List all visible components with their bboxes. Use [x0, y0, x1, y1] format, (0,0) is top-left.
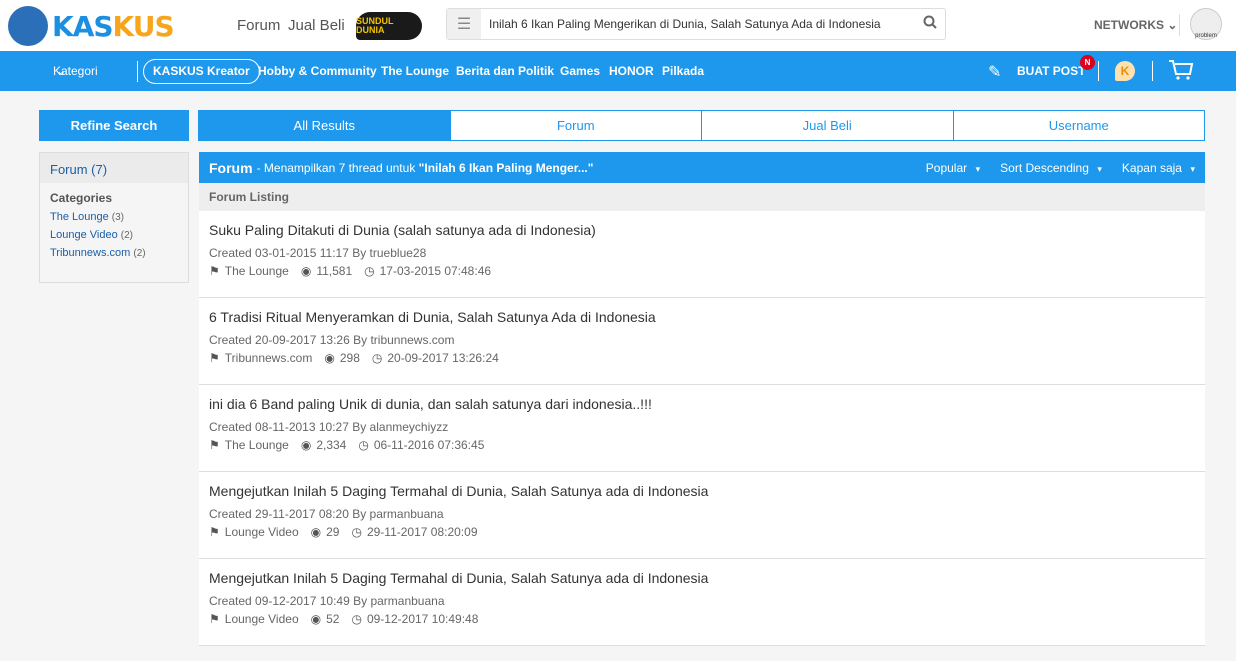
thread-row: ini dia 6 Band paling Unik di dunia, dan…	[199, 385, 1205, 472]
notification-badge: N	[1080, 55, 1095, 70]
thread-title[interactable]: ini dia 6 Band paling Unik di dunia, dan…	[209, 396, 1195, 412]
nav-item-hobby[interactable]: Hobby & Community	[258, 64, 377, 78]
sundul-dunia-logo[interactable]: SUNDUL DUNIA	[356, 12, 422, 40]
tab-all-results[interactable]: All Results	[198, 110, 451, 141]
forum-listing-label: Forum Listing	[199, 183, 1205, 211]
thread-last-post: 20-09-2017 13:26:24	[387, 351, 499, 365]
category-item[interactable]: The Lounge (3)	[40, 211, 188, 229]
clock-icon: ◷	[358, 438, 369, 452]
buat-post-button[interactable]: BUAT POST	[1017, 64, 1085, 78]
thread-created: Created 29-11-2017 08:20 By parmanbuana	[209, 507, 444, 521]
divider	[1098, 61, 1099, 81]
thread-category[interactable]: The Lounge	[225, 264, 289, 278]
thread-views: 2,334	[316, 438, 347, 452]
thread-category[interactable]: Tribunnews.com	[225, 351, 313, 365]
kategori-dropdown[interactable]: Kategori ⌄	[53, 64, 98, 78]
jual-beli-link[interactable]: Jual Beli	[288, 17, 345, 34]
results-header: Forum - Menampilkan 7 thread untuk "Inil…	[199, 152, 1205, 183]
refine-search-button[interactable]: Refine Search	[39, 110, 189, 141]
nav-item-berita[interactable]: Berita dan Politik	[456, 64, 554, 78]
kaskus-logo[interactable]: KAS KUS	[8, 6, 175, 46]
tag-icon: ⚑	[209, 525, 220, 539]
eye-icon: ◉	[310, 525, 322, 539]
nav-item-honor[interactable]: HONOR	[609, 64, 654, 78]
thread-row: Suku Paling Ditakuti di Dunia (salah sat…	[199, 211, 1205, 298]
thread-title[interactable]: 6 Tradisi Ritual Menyeramkan di Dunia, S…	[209, 309, 1195, 325]
kaskus-kreator-button[interactable]: KASKUS Kreator	[143, 59, 260, 84]
tab-forum[interactable]: Forum	[449, 110, 702, 141]
thread-views: 29	[326, 525, 340, 539]
cart-icon[interactable]	[1168, 59, 1194, 84]
thread-last-post: 29-11-2017 08:20:09	[366, 525, 478, 539]
forum-link[interactable]: Forum	[237, 17, 280, 34]
refine-sidebar: Forum (7) Categories The Lounge (3) Loung…	[39, 152, 189, 283]
avatar[interactable]: problem	[1190, 8, 1222, 40]
category-nav: Kategori ⌄ KASKUS Kreator Hobby & Commun…	[0, 51, 1236, 91]
thread-title[interactable]: Suku Paling Ditakuti di Dunia (salah sat…	[209, 222, 1195, 238]
category-item[interactable]: Tribunnews.com (2)	[40, 247, 188, 265]
thread-title[interactable]: Mengejutkan Inilah 5 Daging Termahal di …	[209, 483, 1195, 499]
thread-views: 298	[339, 351, 360, 365]
result-tabs: All Results Forum Jual Beli Username	[198, 110, 1205, 141]
tag-icon: ⚑	[209, 438, 220, 452]
nav-item-pilkada[interactable]: Pilkada	[662, 64, 704, 78]
tab-username[interactable]: Username	[952, 110, 1205, 141]
eye-icon: ◉	[300, 264, 312, 278]
thread-category[interactable]: Lounge Video	[225, 612, 299, 626]
categories-label: Categories	[50, 191, 113, 205]
clock-icon: ◷	[351, 525, 362, 539]
tag-icon: ⚑	[209, 612, 220, 626]
thread-last-post: 09-12-2017 10:49:48	[366, 612, 479, 626]
eye-icon: ◉	[324, 351, 335, 365]
tag-icon: ⚑	[209, 264, 220, 278]
thread-row: Mengejutkan Inilah 5 Daging Termahal di …	[199, 472, 1205, 559]
thread-created: Created 09-12-2017 10:49 By parmanbuana	[209, 594, 445, 608]
tab-jual-beli[interactable]: Jual Beli	[701, 110, 954, 141]
clock-icon: ◷	[371, 351, 383, 365]
thread-views: 11,581	[316, 264, 353, 278]
thread-views: 52	[326, 612, 340, 626]
clock-icon: ◷	[351, 612, 362, 626]
sort-order-dropdown[interactable]: Sort Descending	[1000, 161, 1102, 175]
thread-category[interactable]: Lounge Video	[225, 525, 299, 539]
thread-created: Created 20-09-2017 13:26 By tribunnews.c…	[209, 333, 455, 347]
networks-dropdown[interactable]: NETWORKS ⌄	[1094, 18, 1177, 32]
nav-item-lounge[interactable]: The Lounge	[381, 64, 449, 78]
clock-icon: ◷	[364, 264, 375, 278]
thread-last-post: 17-03-2015 07:48:46	[379, 264, 492, 278]
divider	[137, 61, 138, 82]
thread-row: Mengejutkan Inilah 5 Daging Termahal di …	[199, 559, 1205, 646]
thread-title[interactable]: Mengejutkan Inilah 5 Daging Termahal di …	[209, 570, 1195, 586]
search-input[interactable]	[481, 17, 915, 31]
chat-icon[interactable]: K	[1115, 61, 1135, 81]
divider	[1152, 61, 1153, 81]
time-dropdown[interactable]: Kapan saja	[1122, 161, 1195, 175]
nav-item-games[interactable]: Games	[560, 64, 600, 78]
thread-created: Created 03-01-2015 11:17 By trueblue28	[209, 246, 427, 260]
results-panel: Forum - Menampilkan 7 thread untuk "Inil…	[199, 152, 1205, 646]
popular-dropdown[interactable]: Popular	[926, 161, 980, 175]
forum-filter[interactable]: Forum (7)	[40, 153, 188, 183]
thread-category[interactable]: The Lounge	[225, 438, 289, 452]
mascot-icon	[8, 6, 48, 46]
top-header: KASKUS Forum Jual Beli SUNDUL DUNIA ☰ NE…	[0, 0, 1236, 51]
thread-last-post: 06-11-2016 07:36:45	[373, 438, 485, 452]
pencil-icon: ✎	[988, 64, 1002, 81]
category-item[interactable]: Lounge Video (2)	[40, 229, 188, 247]
eye-icon: ◉	[310, 612, 322, 626]
search-bar: ☰	[446, 8, 946, 40]
eye-icon: ◉	[300, 438, 312, 452]
menu-icon[interactable]: ☰	[447, 9, 481, 39]
divider	[1179, 14, 1180, 36]
tag-icon: ⚑	[209, 351, 220, 365]
thread-created: Created 08-11-2013 10:27 By alanmeychiyz…	[209, 420, 449, 434]
thread-row: 6 Tradisi Ritual Menyeramkan di Dunia, S…	[199, 298, 1205, 385]
search-icon[interactable]	[915, 15, 945, 34]
